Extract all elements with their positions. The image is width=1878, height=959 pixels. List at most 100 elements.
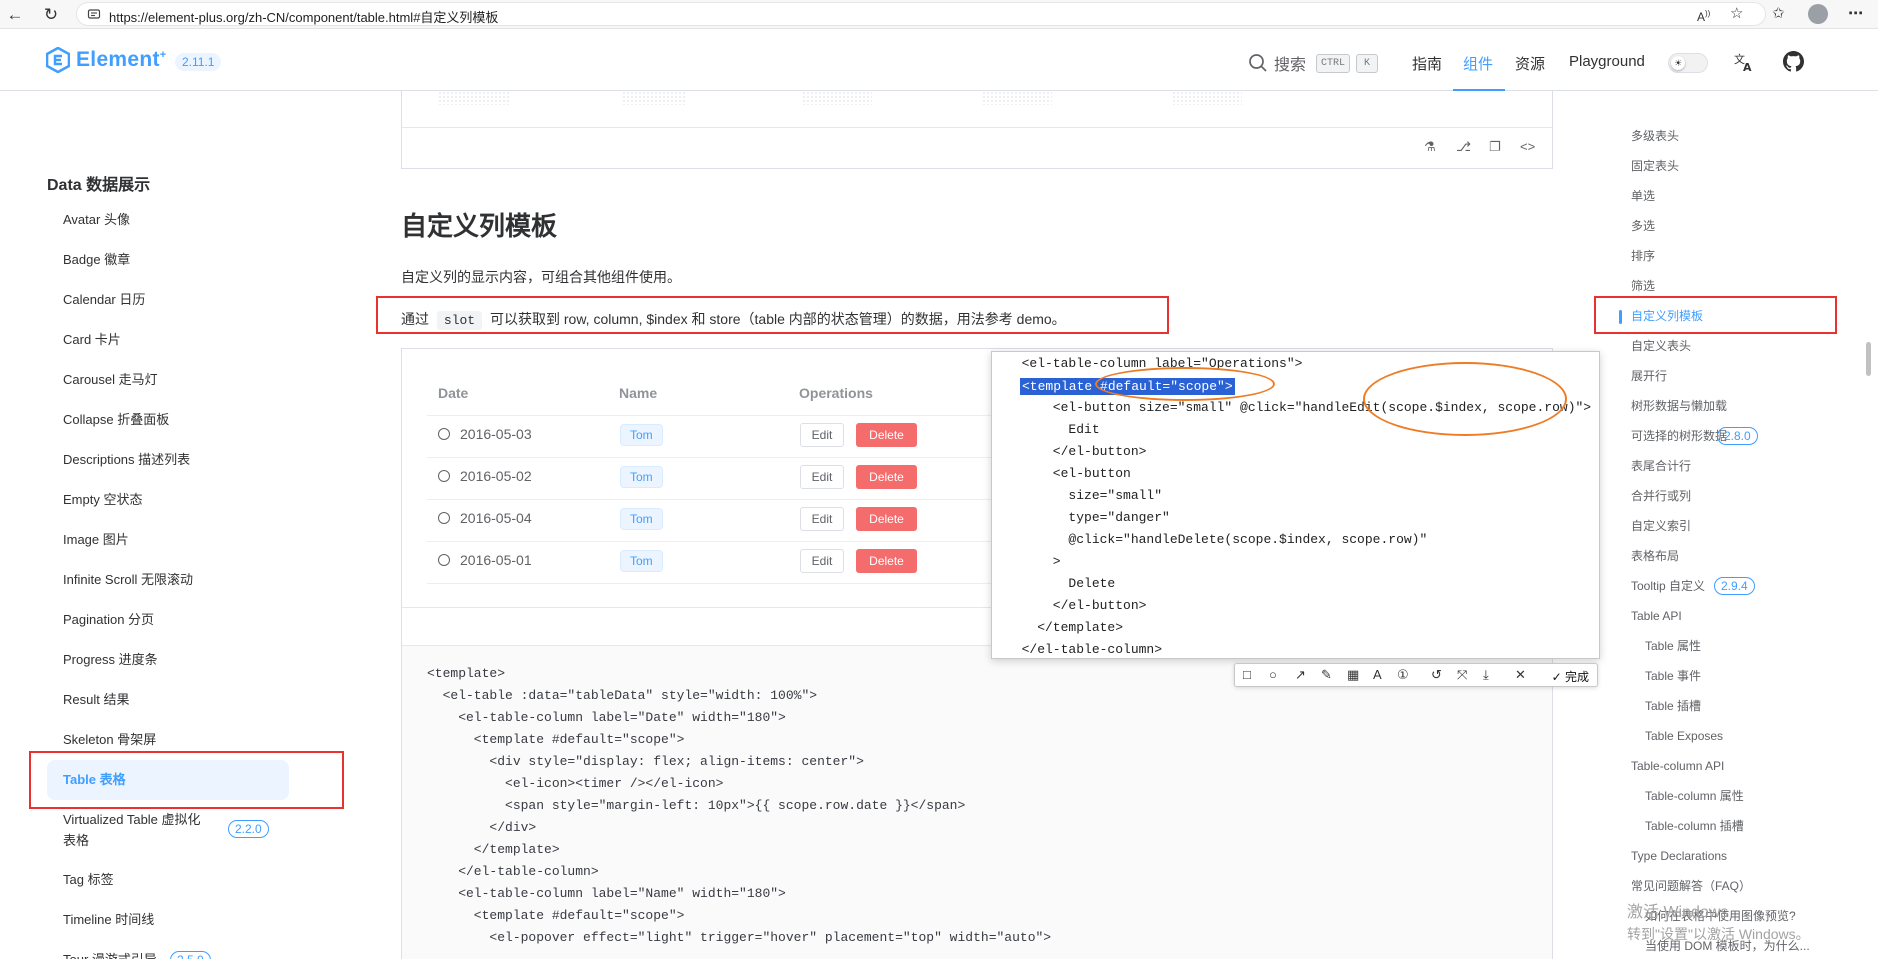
- more-icon[interactable]: ⋯: [1848, 4, 1863, 24]
- kbd-ctrl: CTRL: [1316, 53, 1351, 73]
- name-tag[interactable]: Tom: [620, 550, 663, 572]
- code-line: </template>: [427, 842, 560, 857]
- download-icon[interactable]: ⤓: [1483, 666, 1489, 684]
- sidebar-item-virtualized-table[interactable]: Virtualized Table 虚拟化: [63, 811, 201, 829]
- sidebar-item-carousel[interactable]: Carousel 走马灯: [63, 371, 158, 389]
- toc-item[interactable]: Type Declarations: [1631, 848, 1727, 864]
- pen-tool-icon[interactable]: ✎: [1321, 666, 1332, 684]
- toc-item[interactable]: 展开行: [1631, 368, 1667, 384]
- toc-item[interactable]: 自定义表头: [1631, 338, 1691, 354]
- profile-avatar[interactable]: [1808, 4, 1828, 24]
- edit-button[interactable]: Edit: [800, 465, 844, 489]
- toc-item[interactable]: 多级表头: [1631, 128, 1679, 144]
- sidebar-item-progress[interactable]: Progress 进度条: [63, 651, 158, 669]
- sidebar-item-collapse[interactable]: Collapse 折叠面板: [63, 411, 169, 429]
- toc-item[interactable]: 树形数据与懒加载: [1631, 398, 1727, 414]
- sidebar-item-virtualized-table-line2[interactable]: 表格: [63, 832, 89, 850]
- name-tag[interactable]: Tom: [620, 466, 663, 488]
- search-button[interactable]: 搜索 CTRL K: [1248, 51, 1379, 75]
- back-icon[interactable]: ←: [4, 4, 26, 26]
- edit-button[interactable]: Edit: [800, 549, 844, 573]
- favorite-star-icon[interactable]: ☆: [1730, 4, 1743, 24]
- preview-pattern: [438, 91, 510, 105]
- name-tag[interactable]: Tom: [620, 508, 663, 530]
- toc-item[interactable]: Table API: [1631, 608, 1682, 624]
- sidebar-item-result[interactable]: Result 结果: [63, 691, 129, 709]
- toc-item[interactable]: 自定义索引: [1631, 518, 1691, 534]
- sidebar-item-image[interactable]: Image 图片: [63, 531, 129, 549]
- ellipse-tool-icon[interactable]: ○: [1269, 666, 1277, 684]
- language-icon[interactable]: 文A: [1733, 51, 1755, 79]
- delete-button[interactable]: Delete: [856, 423, 917, 447]
- edit-button[interactable]: Edit: [800, 507, 844, 531]
- nav-guide[interactable]: 指南: [1412, 53, 1442, 74]
- sidebar-item-card[interactable]: Card 卡片: [63, 331, 121, 349]
- element-logo-icon: [46, 47, 70, 73]
- toc-item[interactable]: Table Exposes: [1645, 728, 1723, 744]
- sidebar-item-descriptions[interactable]: Descriptions 描述列表: [63, 451, 190, 469]
- rectangle-tool-icon[interactable]: □: [1243, 666, 1251, 684]
- delete-button[interactable]: Delete: [856, 549, 917, 573]
- nav-playground[interactable]: Playground: [1569, 53, 1645, 70]
- arrow-tool-icon[interactable]: ↗: [1295, 666, 1306, 684]
- toc-item[interactable]: Table-column 插槽: [1645, 818, 1744, 834]
- done-button[interactable]: ✓ 完成: [1552, 668, 1589, 685]
- sidebar-item-pagination[interactable]: Pagination 分页: [63, 611, 154, 629]
- view-source-icon[interactable]: <>: [1520, 139, 1535, 154]
- toc-item[interactable]: 可选择的树形数据: [1631, 428, 1727, 444]
- sidebar-item-badge[interactable]: Badge 徽章: [63, 251, 130, 269]
- page-scrollbar[interactable]: [1866, 342, 1871, 376]
- version-badge[interactable]: 2.11.1: [175, 53, 222, 71]
- close-icon[interactable]: ✕: [1515, 666, 1526, 684]
- sidebar-item-timeline[interactable]: Timeline 时间线: [63, 911, 154, 929]
- delete-button[interactable]: Delete: [856, 465, 917, 489]
- code-line: </el-table-column>: [427, 864, 599, 879]
- sidebar-item-empty[interactable]: Empty 空状态: [63, 491, 142, 509]
- sidebar-item-calendar[interactable]: Calendar 日历: [63, 291, 145, 309]
- playground-flask-icon[interactable]: ⚗: [1424, 139, 1436, 155]
- delete-button[interactable]: Delete: [856, 507, 917, 531]
- sidebar-item-tour[interactable]: Tour 漫游式引导: [63, 951, 157, 959]
- toc-item[interactable]: Table 插槽: [1645, 698, 1701, 714]
- sidebar-item-avatar[interactable]: Avatar 头像: [63, 211, 130, 229]
- crop-icon[interactable]: ⤧: [1457, 666, 1467, 684]
- toc-item[interactable]: Table 属性: [1645, 638, 1701, 654]
- toc-item[interactable]: 排序: [1631, 248, 1655, 264]
- toc-item[interactable]: 合并行或列: [1631, 488, 1691, 504]
- site-info-icon[interactable]: [87, 7, 101, 21]
- toc-item[interactable]: Table 事件: [1645, 668, 1701, 684]
- mosaic-tool-icon[interactable]: ▦: [1347, 666, 1359, 684]
- edit-button[interactable]: Edit: [800, 423, 844, 447]
- text-tool-icon[interactable]: A: [1373, 666, 1382, 684]
- github-icon[interactable]: [1783, 51, 1804, 78]
- favorites-icon[interactable]: ✩: [1772, 4, 1785, 24]
- name-tag[interactable]: Tom: [620, 424, 663, 446]
- reload-icon[interactable]: ↻: [40, 4, 62, 26]
- code-line: </div>: [427, 820, 537, 835]
- undo-icon[interactable]: ↺: [1431, 666, 1442, 684]
- annotation-red-box-sidebar: [29, 751, 344, 809]
- sidebar-item-infinite-scroll[interactable]: Infinite Scroll 无限滚动: [63, 571, 193, 589]
- toc-item[interactable]: 常见问题解答（FAQ）: [1631, 878, 1751, 894]
- toc-item[interactable]: 单选: [1631, 188, 1655, 204]
- toc-item[interactable]: 多选: [1631, 218, 1655, 234]
- toc-item[interactable]: Table-column 属性: [1645, 788, 1744, 804]
- number-tool-icon[interactable]: ①: [1397, 666, 1409, 684]
- toc-item[interactable]: 固定表头: [1631, 158, 1679, 174]
- toc-item[interactable]: 表格布局: [1631, 548, 1679, 564]
- read-aloud-icon[interactable]: A)): [1697, 4, 1710, 27]
- copy-icon[interactable]: ❐: [1489, 139, 1501, 155]
- address-bar[interactable]: https://element-plus.org/zh-CN/component…: [76, 2, 1766, 26]
- element-plus-logo[interactable]: Element+: [46, 47, 167, 73]
- sidebar-item-skeleton[interactable]: Skeleton 骨架屏: [63, 731, 156, 749]
- sidebar-item-tag[interactable]: Tag 标签: [63, 871, 114, 889]
- toc-item[interactable]: Tooltip 自定义: [1631, 578, 1705, 594]
- toc-item[interactable]: 筛选: [1631, 278, 1655, 294]
- nav-component[interactable]: 组件: [1463, 53, 1493, 74]
- preview-pattern: [622, 91, 686, 105]
- toc-item[interactable]: Table-column API: [1631, 758, 1724, 774]
- toc-item[interactable]: 表尾合计行: [1631, 458, 1691, 474]
- nav-resource[interactable]: 资源: [1515, 53, 1545, 74]
- github-edit-icon[interactable]: ⎇: [1456, 139, 1471, 155]
- theme-toggle[interactable]: ☀: [1668, 53, 1708, 73]
